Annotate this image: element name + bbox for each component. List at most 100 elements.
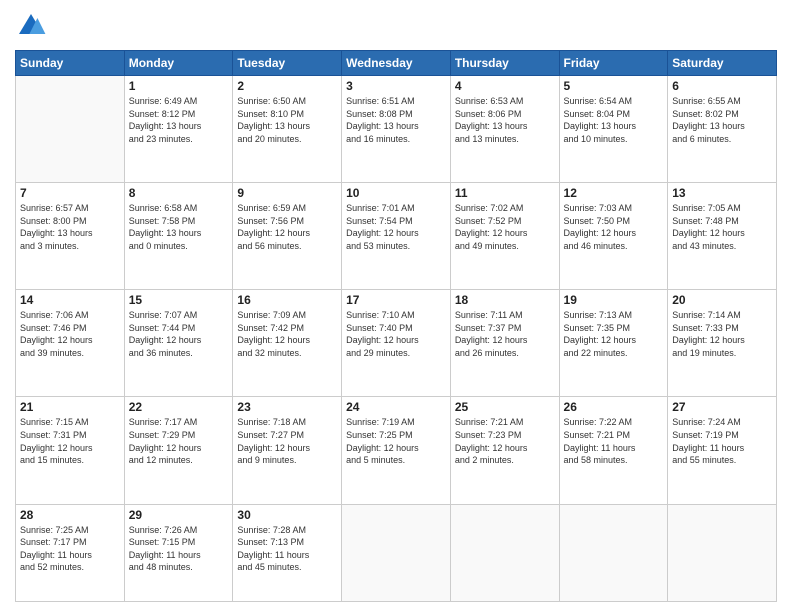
weekday-header-sunday: Sunday	[16, 51, 125, 76]
calendar-cell: 6 Sunrise: 6:55 AM Sunset: 8:02 PM Daylig…	[668, 76, 777, 183]
day-info: Sunrise: 7:24 AM Sunset: 7:19 PM Dayligh…	[672, 416, 772, 466]
day-number: 30	[237, 508, 337, 522]
logo-icon	[15, 10, 47, 42]
day-number: 13	[672, 186, 772, 200]
day-number: 8	[129, 186, 229, 200]
day-info: Sunrise: 6:55 AM Sunset: 8:02 PM Dayligh…	[672, 95, 772, 145]
calendar-cell	[668, 504, 777, 601]
calendar-cell: 13 Sunrise: 7:05 AM Sunset: 7:48 PM Dayli…	[668, 183, 777, 290]
day-number: 7	[20, 186, 120, 200]
day-number: 28	[20, 508, 120, 522]
calendar-cell: 2 Sunrise: 6:50 AM Sunset: 8:10 PM Daylig…	[233, 76, 342, 183]
day-info: Sunrise: 7:28 AM Sunset: 7:13 PM Dayligh…	[237, 524, 337, 574]
day-info: Sunrise: 7:06 AM Sunset: 7:46 PM Dayligh…	[20, 309, 120, 359]
day-info: Sunrise: 7:05 AM Sunset: 7:48 PM Dayligh…	[672, 202, 772, 252]
day-number: 23	[237, 400, 337, 414]
day-number: 9	[237, 186, 337, 200]
calendar-cell: 22Sunrise: 7:17 AM Sunset: 7:29 PM Dayli…	[124, 397, 233, 504]
calendar-cell: 3 Sunrise: 6:51 AM Sunset: 8:08 PM Daylig…	[342, 76, 451, 183]
day-info: Sunrise: 7:14 AM Sunset: 7:33 PM Dayligh…	[672, 309, 772, 359]
calendar-cell: 26 Sunrise: 7:22 AM Sunset: 7:21 PM Dayli…	[559, 397, 668, 504]
calendar-cell	[342, 504, 451, 601]
weekday-header-thursday: Thursday	[450, 51, 559, 76]
day-number: 22	[129, 400, 229, 414]
day-number: 17	[346, 293, 446, 307]
calendar-cell: 30 Sunrise: 7:28 AM Sunset: 7:13 PM Dayli…	[233, 504, 342, 601]
day-number: 18	[455, 293, 555, 307]
calendar-cell: 1Sunrise: 6:49 AM Sunset: 8:12 PM Daylig…	[124, 76, 233, 183]
calendar-cell: 27 Sunrise: 7:24 AM Sunset: 7:19 PM Dayli…	[668, 397, 777, 504]
day-info: Sunrise: 7:02 AM Sunset: 7:52 PM Dayligh…	[455, 202, 555, 252]
day-info: Sunrise: 7:13 AM Sunset: 7:35 PM Dayligh…	[564, 309, 664, 359]
day-number: 6	[672, 79, 772, 93]
weekday-header-row: SundayMondayTuesdayWednesdayThursdayFrid…	[16, 51, 777, 76]
weekday-header-monday: Monday	[124, 51, 233, 76]
day-info: Sunrise: 7:10 AM Sunset: 7:40 PM Dayligh…	[346, 309, 446, 359]
day-number: 15	[129, 293, 229, 307]
day-info: Sunrise: 6:51 AM Sunset: 8:08 PM Dayligh…	[346, 95, 446, 145]
day-number: 5	[564, 79, 664, 93]
weekday-header-tuesday: Tuesday	[233, 51, 342, 76]
week-row-3: 14Sunrise: 7:06 AM Sunset: 7:46 PM Dayli…	[16, 290, 777, 397]
day-number: 10	[346, 186, 446, 200]
day-number: 16	[237, 293, 337, 307]
day-info: Sunrise: 6:57 AM Sunset: 8:00 PM Dayligh…	[20, 202, 120, 252]
day-info: Sunrise: 7:09 AM Sunset: 7:42 PM Dayligh…	[237, 309, 337, 359]
day-number: 25	[455, 400, 555, 414]
day-info: Sunrise: 7:18 AM Sunset: 7:27 PM Dayligh…	[237, 416, 337, 466]
day-number: 2	[237, 79, 337, 93]
calendar-cell: 5Sunrise: 6:54 AM Sunset: 8:04 PM Daylig…	[559, 76, 668, 183]
calendar-cell: 25 Sunrise: 7:21 AM Sunset: 7:23 PM Dayli…	[450, 397, 559, 504]
day-number: 3	[346, 79, 446, 93]
day-number: 19	[564, 293, 664, 307]
day-info: Sunrise: 7:11 AM Sunset: 7:37 PM Dayligh…	[455, 309, 555, 359]
day-info: Sunrise: 6:50 AM Sunset: 8:10 PM Dayligh…	[237, 95, 337, 145]
calendar-cell: 10 Sunrise: 7:01 AM Sunset: 7:54 PM Dayli…	[342, 183, 451, 290]
calendar-cell: 4Sunrise: 6:53 AM Sunset: 8:06 PM Daylig…	[450, 76, 559, 183]
calendar-cell: 28 Sunrise: 7:25 AM Sunset: 7:17 PM Dayli…	[16, 504, 125, 601]
calendar-cell: 20 Sunrise: 7:14 AM Sunset: 7:33 PM Dayli…	[668, 290, 777, 397]
calendar-cell: 19 Sunrise: 7:13 AM Sunset: 7:35 PM Dayli…	[559, 290, 668, 397]
day-info: Sunrise: 7:15 AM Sunset: 7:31 PM Dayligh…	[20, 416, 120, 466]
page: SundayMondayTuesdayWednesdayThursdayFrid…	[0, 0, 792, 612]
calendar-cell: 8 Sunrise: 6:58 AM Sunset: 7:58 PM Daylig…	[124, 183, 233, 290]
day-info: Sunrise: 7:19 AM Sunset: 7:25 PM Dayligh…	[346, 416, 446, 466]
day-info: Sunrise: 6:53 AM Sunset: 8:06 PM Dayligh…	[455, 95, 555, 145]
day-info: Sunrise: 7:22 AM Sunset: 7:21 PM Dayligh…	[564, 416, 664, 466]
calendar-table: SundayMondayTuesdayWednesdayThursdayFrid…	[15, 50, 777, 602]
week-row-1: 1Sunrise: 6:49 AM Sunset: 8:12 PM Daylig…	[16, 76, 777, 183]
day-info: Sunrise: 7:03 AM Sunset: 7:50 PM Dayligh…	[564, 202, 664, 252]
calendar-cell: 7 Sunrise: 6:57 AM Sunset: 8:00 PM Daylig…	[16, 183, 125, 290]
calendar-cell: 9Sunrise: 6:59 AM Sunset: 7:56 PM Daylig…	[233, 183, 342, 290]
logo	[15, 10, 51, 42]
day-number: 12	[564, 186, 664, 200]
calendar-cell	[450, 504, 559, 601]
day-info: Sunrise: 7:01 AM Sunset: 7:54 PM Dayligh…	[346, 202, 446, 252]
calendar-cell: 15Sunrise: 7:07 AM Sunset: 7:44 PM Dayli…	[124, 290, 233, 397]
day-info: Sunrise: 6:58 AM Sunset: 7:58 PM Dayligh…	[129, 202, 229, 252]
week-row-2: 7 Sunrise: 6:57 AM Sunset: 8:00 PM Daylig…	[16, 183, 777, 290]
week-row-5: 28 Sunrise: 7:25 AM Sunset: 7:17 PM Dayli…	[16, 504, 777, 601]
day-number: 27	[672, 400, 772, 414]
calendar-cell: 18 Sunrise: 7:11 AM Sunset: 7:37 PM Dayli…	[450, 290, 559, 397]
calendar-cell	[16, 76, 125, 183]
calendar-cell: 16 Sunrise: 7:09 AM Sunset: 7:42 PM Dayli…	[233, 290, 342, 397]
calendar-cell	[559, 504, 668, 601]
day-number: 24	[346, 400, 446, 414]
day-number: 1	[129, 79, 229, 93]
day-info: Sunrise: 7:21 AM Sunset: 7:23 PM Dayligh…	[455, 416, 555, 466]
weekday-header-wednesday: Wednesday	[342, 51, 451, 76]
header	[15, 10, 777, 42]
day-info: Sunrise: 7:26 AM Sunset: 7:15 PM Dayligh…	[129, 524, 229, 574]
calendar-cell: 17 Sunrise: 7:10 AM Sunset: 7:40 PM Dayli…	[342, 290, 451, 397]
calendar-cell: 23 Sunrise: 7:18 AM Sunset: 7:27 PM Dayli…	[233, 397, 342, 504]
week-row-4: 21 Sunrise: 7:15 AM Sunset: 7:31 PM Dayli…	[16, 397, 777, 504]
day-number: 29	[129, 508, 229, 522]
day-info: Sunrise: 7:25 AM Sunset: 7:17 PM Dayligh…	[20, 524, 120, 574]
day-number: 20	[672, 293, 772, 307]
day-number: 26	[564, 400, 664, 414]
day-number: 21	[20, 400, 120, 414]
weekday-header-friday: Friday	[559, 51, 668, 76]
calendar-cell: 29 Sunrise: 7:26 AM Sunset: 7:15 PM Dayli…	[124, 504, 233, 601]
day-number: 11	[455, 186, 555, 200]
